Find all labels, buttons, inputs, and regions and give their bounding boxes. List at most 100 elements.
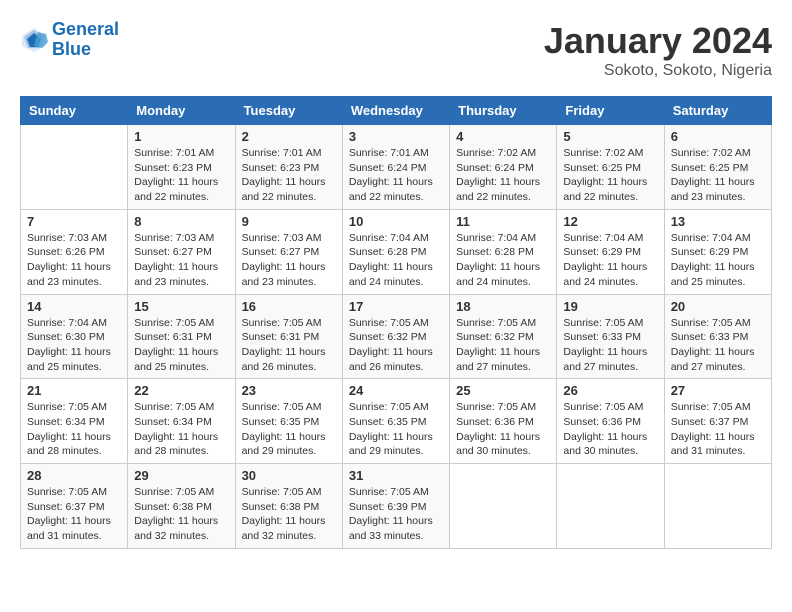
sunrise-label: Sunrise: 7:05 AM	[563, 401, 643, 413]
sunset-label: Sunset: 6:23 PM	[242, 162, 320, 174]
day-cell: 26 Sunrise: 7:05 AM Sunset: 6:36 PM Dayl…	[557, 379, 664, 464]
day-cell: 4 Sunrise: 7:02 AM Sunset: 6:24 PM Dayli…	[450, 125, 557, 210]
day-cell: 10 Sunrise: 7:04 AM Sunset: 6:28 PM Dayl…	[342, 209, 449, 294]
day-cell: 3 Sunrise: 7:01 AM Sunset: 6:24 PM Dayli…	[342, 125, 449, 210]
daylight-label: Daylight: 11 hours and 22 minutes.	[242, 176, 326, 203]
weekday-header-thursday: Thursday	[450, 97, 557, 125]
day-detail: Sunrise: 7:01 AM Sunset: 6:23 PM Dayligh…	[242, 146, 336, 205]
calendar-header: SundayMondayTuesdayWednesdayThursdayFrid…	[21, 97, 772, 125]
daylight-label: Daylight: 11 hours and 28 minutes.	[27, 431, 111, 458]
day-cell: 29 Sunrise: 7:05 AM Sunset: 6:38 PM Dayl…	[128, 464, 235, 549]
day-cell: 1 Sunrise: 7:01 AM Sunset: 6:23 PM Dayli…	[128, 125, 235, 210]
calendar-title: January 2024	[544, 20, 772, 62]
day-number: 28	[27, 468, 121, 483]
sunrise-label: Sunrise: 7:04 AM	[671, 232, 751, 244]
sunset-label: Sunset: 6:28 PM	[456, 246, 534, 258]
day-number: 9	[242, 214, 336, 229]
day-number: 22	[134, 383, 228, 398]
daylight-label: Daylight: 11 hours and 31 minutes.	[671, 431, 755, 458]
day-cell	[557, 464, 664, 549]
day-number: 30	[242, 468, 336, 483]
sunset-label: Sunset: 6:38 PM	[242, 501, 320, 513]
sunrise-label: Sunrise: 7:05 AM	[27, 486, 107, 498]
sunset-label: Sunset: 6:35 PM	[349, 416, 427, 428]
day-number: 6	[671, 129, 765, 144]
daylight-label: Daylight: 11 hours and 33 minutes.	[349, 515, 433, 542]
day-number: 16	[242, 299, 336, 314]
weekday-header-wednesday: Wednesday	[342, 97, 449, 125]
calendar-table: SundayMondayTuesdayWednesdayThursdayFrid…	[20, 96, 772, 549]
daylight-label: Daylight: 11 hours and 23 minutes.	[27, 261, 111, 288]
day-cell: 25 Sunrise: 7:05 AM Sunset: 6:36 PM Dayl…	[450, 379, 557, 464]
day-detail: Sunrise: 7:02 AM Sunset: 6:25 PM Dayligh…	[563, 146, 657, 205]
sunset-label: Sunset: 6:25 PM	[671, 162, 749, 174]
sunrise-label: Sunrise: 7:05 AM	[242, 317, 322, 329]
sunset-label: Sunset: 6:34 PM	[134, 416, 212, 428]
day-cell: 31 Sunrise: 7:05 AM Sunset: 6:39 PM Dayl…	[342, 464, 449, 549]
daylight-label: Daylight: 11 hours and 23 minutes.	[671, 176, 755, 203]
week-row-4: 21 Sunrise: 7:05 AM Sunset: 6:34 PM Dayl…	[21, 379, 772, 464]
sunset-label: Sunset: 6:23 PM	[134, 162, 212, 174]
day-detail: Sunrise: 7:03 AM Sunset: 6:27 PM Dayligh…	[134, 231, 228, 290]
week-row-3: 14 Sunrise: 7:04 AM Sunset: 6:30 PM Dayl…	[21, 294, 772, 379]
sunrise-label: Sunrise: 7:05 AM	[349, 401, 429, 413]
daylight-label: Daylight: 11 hours and 22 minutes.	[134, 176, 218, 203]
day-number: 19	[563, 299, 657, 314]
sunset-label: Sunset: 6:24 PM	[349, 162, 427, 174]
day-detail: Sunrise: 7:05 AM Sunset: 6:38 PM Dayligh…	[134, 485, 228, 544]
day-detail: Sunrise: 7:05 AM Sunset: 6:34 PM Dayligh…	[134, 400, 228, 459]
daylight-label: Daylight: 11 hours and 23 minutes.	[134, 261, 218, 288]
daylight-label: Daylight: 11 hours and 27 minutes.	[456, 346, 540, 373]
weekday-header-friday: Friday	[557, 97, 664, 125]
sunrise-label: Sunrise: 7:05 AM	[27, 401, 107, 413]
day-number: 23	[242, 383, 336, 398]
sunrise-label: Sunrise: 7:05 AM	[134, 486, 214, 498]
sunset-label: Sunset: 6:30 PM	[27, 331, 105, 343]
day-detail: Sunrise: 7:05 AM Sunset: 6:38 PM Dayligh…	[242, 485, 336, 544]
sunrise-label: Sunrise: 7:05 AM	[349, 486, 429, 498]
day-number: 10	[349, 214, 443, 229]
day-detail: Sunrise: 7:05 AM Sunset: 6:31 PM Dayligh…	[134, 316, 228, 375]
sunset-label: Sunset: 6:28 PM	[349, 246, 427, 258]
day-cell: 27 Sunrise: 7:05 AM Sunset: 6:37 PM Dayl…	[664, 379, 771, 464]
day-cell: 5 Sunrise: 7:02 AM Sunset: 6:25 PM Dayli…	[557, 125, 664, 210]
sunset-label: Sunset: 6:36 PM	[563, 416, 641, 428]
day-cell: 13 Sunrise: 7:04 AM Sunset: 6:29 PM Dayl…	[664, 209, 771, 294]
sunset-label: Sunset: 6:33 PM	[671, 331, 749, 343]
day-cell: 15 Sunrise: 7:05 AM Sunset: 6:31 PM Dayl…	[128, 294, 235, 379]
day-detail: Sunrise: 7:05 AM Sunset: 6:31 PM Dayligh…	[242, 316, 336, 375]
day-cell: 19 Sunrise: 7:05 AM Sunset: 6:33 PM Dayl…	[557, 294, 664, 379]
logo: General Blue	[20, 20, 119, 60]
day-detail: Sunrise: 7:04 AM Sunset: 6:28 PM Dayligh…	[456, 231, 550, 290]
day-cell: 7 Sunrise: 7:03 AM Sunset: 6:26 PM Dayli…	[21, 209, 128, 294]
weekday-header-row: SundayMondayTuesdayWednesdayThursdayFrid…	[21, 97, 772, 125]
daylight-label: Daylight: 11 hours and 22 minutes.	[456, 176, 540, 203]
day-number: 17	[349, 299, 443, 314]
day-number: 8	[134, 214, 228, 229]
title-area: January 2024 Sokoto, Sokoto, Nigeria	[544, 20, 772, 80]
day-detail: Sunrise: 7:05 AM Sunset: 6:37 PM Dayligh…	[671, 400, 765, 459]
daylight-label: Daylight: 11 hours and 25 minutes.	[134, 346, 218, 373]
day-cell: 9 Sunrise: 7:03 AM Sunset: 6:27 PM Dayli…	[235, 209, 342, 294]
sunset-label: Sunset: 6:31 PM	[242, 331, 320, 343]
sunrise-label: Sunrise: 7:01 AM	[242, 147, 322, 159]
week-row-5: 28 Sunrise: 7:05 AM Sunset: 6:37 PM Dayl…	[21, 464, 772, 549]
daylight-label: Daylight: 11 hours and 23 minutes.	[242, 261, 326, 288]
day-detail: Sunrise: 7:03 AM Sunset: 6:26 PM Dayligh…	[27, 231, 121, 290]
day-detail: Sunrise: 7:05 AM Sunset: 6:33 PM Dayligh…	[671, 316, 765, 375]
day-number: 12	[563, 214, 657, 229]
day-cell: 17 Sunrise: 7:05 AM Sunset: 6:32 PM Dayl…	[342, 294, 449, 379]
logo-icon	[20, 26, 48, 54]
daylight-label: Daylight: 11 hours and 27 minutes.	[563, 346, 647, 373]
daylight-label: Daylight: 11 hours and 32 minutes.	[242, 515, 326, 542]
daylight-label: Daylight: 11 hours and 22 minutes.	[349, 176, 433, 203]
sunrise-label: Sunrise: 7:05 AM	[134, 401, 214, 413]
day-cell: 16 Sunrise: 7:05 AM Sunset: 6:31 PM Dayl…	[235, 294, 342, 379]
daylight-label: Daylight: 11 hours and 30 minutes.	[563, 431, 647, 458]
day-detail: Sunrise: 7:04 AM Sunset: 6:29 PM Dayligh…	[563, 231, 657, 290]
day-number: 20	[671, 299, 765, 314]
day-cell: 28 Sunrise: 7:05 AM Sunset: 6:37 PM Dayl…	[21, 464, 128, 549]
day-number: 31	[349, 468, 443, 483]
day-detail: Sunrise: 7:04 AM Sunset: 6:30 PM Dayligh…	[27, 316, 121, 375]
sunset-label: Sunset: 6:32 PM	[349, 331, 427, 343]
